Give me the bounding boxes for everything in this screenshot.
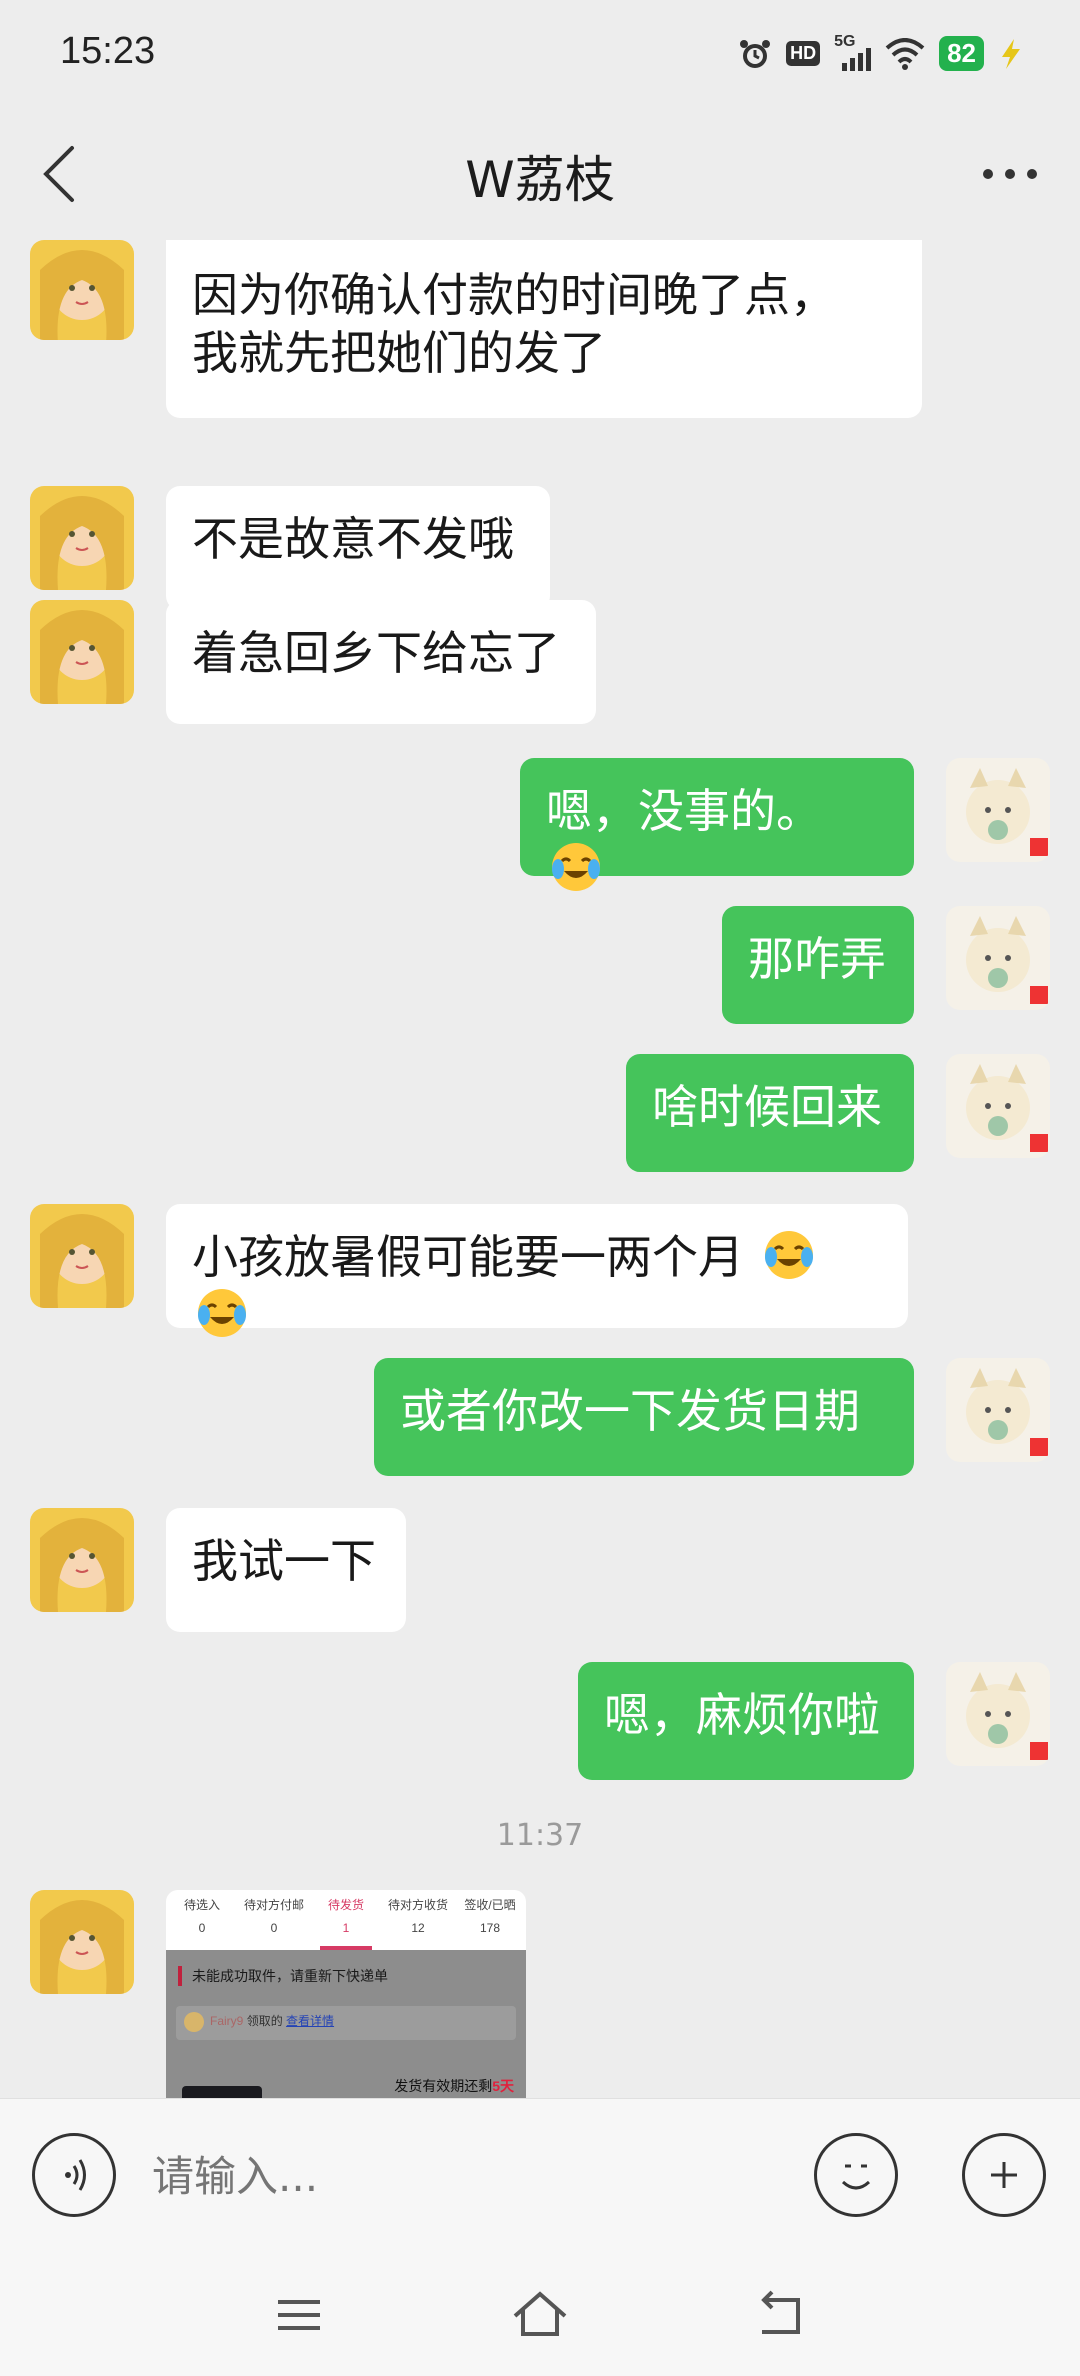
thumbnail-deadline: 发货有效期还剩5天 — [394, 2078, 514, 2094]
laughing-crying-emoji-icon — [552, 843, 600, 891]
message-text: 小孩放暑假可能要一两个月 — [192, 1230, 744, 1284]
contact-name-title: W荔枝 — [465, 151, 615, 209]
laughing-crying-emoji-icon — [764, 1231, 813, 1279]
my-avatar[interactable] — [946, 1358, 1050, 1462]
message-input[interactable] — [150, 2145, 774, 2207]
thumbnail-notice: 未能成功取件，请重新下快递单 — [178, 1966, 388, 1986]
contact-avatar[interactable] — [30, 1204, 134, 1308]
thumbnail-card: Fairy9 领取的 查看详情 — [176, 2006, 516, 2040]
message-text-line: 因为你确认付款的时间晚了点， — [192, 268, 836, 322]
my-avatar[interactable] — [946, 758, 1050, 862]
thumbnail-tab: 签收/已晒 178 — [464, 1898, 516, 1935]
voice-wave-icon — [65, 2159, 86, 2191]
home-icon[interactable] — [505, 2280, 575, 2350]
more-functions-button[interactable] — [962, 2133, 1046, 2217]
voice-input-button[interactable] — [32, 2133, 116, 2217]
contact-avatar[interactable] — [30, 240, 134, 340]
status-bar: 15:23 HD 5G 82 — [0, 0, 1080, 110]
thumbnail-tab-active: 待发货 1 — [310, 1890, 382, 1950]
signal-icon: 5G — [834, 33, 872, 71]
sent-message-bubble[interactable]: 或者你改一下发货日期 — [374, 1358, 914, 1476]
message-list[interactable]: 因为你确认付款的时间晚了点， 我就先把她们的发了 不是故意不发哦 着急回乡下给忘… — [0, 240, 1080, 2098]
menu-icon[interactable] — [264, 2280, 334, 2350]
my-avatar[interactable] — [946, 1662, 1050, 1766]
chat-header: W荔枝 — [0, 110, 1080, 240]
thumbnail-tab: 待选入 0 — [183, 1898, 220, 1935]
thumbnail-tab-bar: 待选入 0 待对方付邮 0 待发货 1 待对方收货 12 签收/已晒 178 — [166, 1890, 526, 1950]
battery-indicator: 82 — [939, 36, 984, 71]
sent-message-bubble[interactable]: 嗯，没事的。 — [520, 758, 914, 891]
wifi-icon — [885, 37, 925, 70]
sent-message-bubble[interactable]: 嗯，麻烦你啦 — [578, 1662, 914, 1780]
system-navigation-bar — [0, 2258, 1080, 2376]
message-timestamp: 11:37 — [496, 1818, 584, 1853]
more-options-icon[interactable] — [970, 134, 1050, 214]
thumbnail-user-avatar — [184, 2012, 204, 2032]
sent-message-bubble[interactable]: 啥时候回来 — [626, 1054, 914, 1172]
message-text: 嗯，没事的。 — [546, 784, 822, 838]
message-input-bar — [0, 2098, 1080, 2259]
plus-icon — [991, 2162, 1017, 2188]
contact-avatar[interactable] — [30, 600, 134, 704]
smiley-icon — [841, 2164, 871, 2190]
emoji-button[interactable] — [814, 2133, 898, 2217]
alarm-icon — [740, 39, 771, 68]
thumbnail-tab: 待对方收货 12 — [387, 1898, 448, 1935]
my-avatar[interactable] — [946, 906, 1050, 1010]
chat-screen: 15:23 HD 5G 82 W荔枝 因为你确认付款的时间晚了点， 我就先把她们… — [0, 0, 1080, 2376]
contact-avatar[interactable] — [30, 486, 134, 590]
received-message-bubble[interactable]: 我试一下 — [166, 1508, 406, 1632]
status-time: 15:23 — [60, 30, 156, 72]
status-icons: HD 5G 82 — [738, 33, 1024, 71]
back-nav-icon[interactable] — [746, 2280, 816, 2350]
thumbnail-image-strip — [182, 2086, 262, 2098]
image-message-thumbnail[interactable]: 待选入 0 待对方付邮 0 待发货 1 待对方收货 12 签收/已晒 178 未能成功取件… — [166, 1890, 526, 2098]
received-message-bubble[interactable]: 不是故意不发哦 — [166, 486, 550, 610]
received-message-bubble[interactable]: 小孩放暑假可能要一两个月 — [166, 1204, 908, 1337]
sent-message-bubble[interactable]: 那咋弄 — [722, 906, 914, 1024]
laughing-crying-emoji-icon — [198, 1289, 246, 1337]
hd-icon: HD — [786, 41, 821, 66]
message-text-line: 我就先把她们的发了 — [192, 326, 606, 380]
received-message-bubble[interactable]: 因为你确认付款的时间晚了点， 我就先把她们的发了 — [166, 240, 922, 418]
thumbnail-body: 未能成功取件，请重新下快递单 Fairy9 领取的 查看详情 发货有效期还剩5天 — [166, 1950, 526, 2098]
thumbnail-tab: 待对方付邮 0 — [243, 1898, 304, 1935]
my-avatar[interactable] — [946, 1054, 1050, 1158]
contact-avatar[interactable] — [30, 1508, 134, 1612]
contact-avatar[interactable] — [30, 1890, 134, 1994]
charging-icon — [1002, 38, 1020, 69]
received-message-bubble[interactable]: 着急回乡下给忘了 — [166, 600, 596, 724]
